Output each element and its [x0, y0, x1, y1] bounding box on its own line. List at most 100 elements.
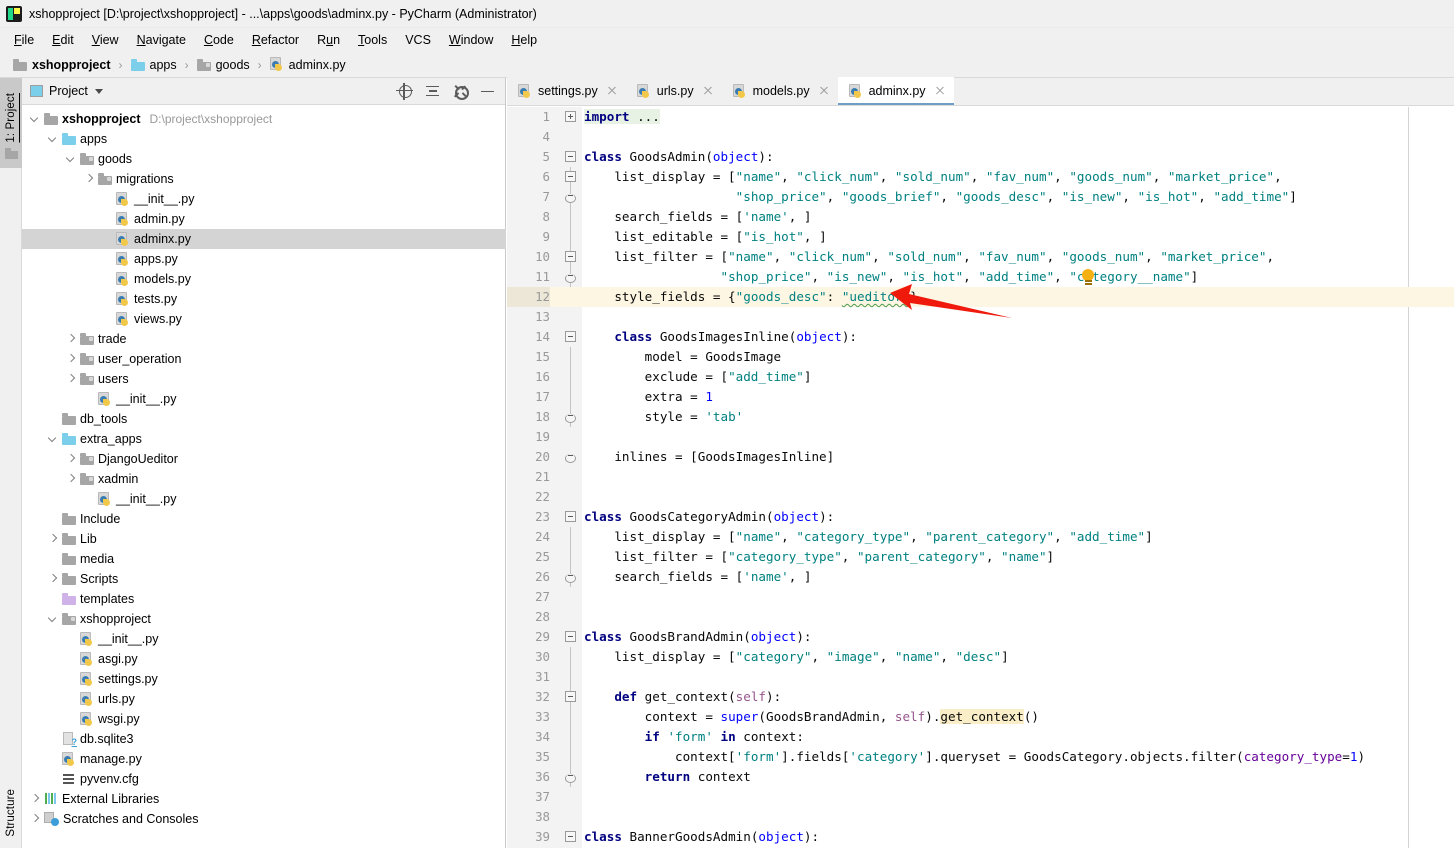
menu-item-help[interactable]: Help [502, 31, 546, 49]
code-line[interactable]: 31 [507, 667, 1454, 687]
code-line[interactable]: 13 [507, 307, 1454, 327]
fold-collapse-icon[interactable] [565, 151, 576, 162]
tree-item-scratches-and-consoles[interactable]: Scratches and Consoles [22, 809, 506, 829]
fold-collapse-icon[interactable] [565, 194, 576, 203]
code-line[interactable]: 4 [507, 127, 1454, 147]
code-line[interactable]: 7 "shop_price", "goods_brief", "goods_de… [507, 187, 1454, 207]
code-line[interactable]: 16 exclude = ["add_time"] [507, 367, 1454, 387]
tree-item-extra_apps[interactable]: extra_apps [22, 429, 506, 449]
tree-item-asgi-py[interactable]: asgi.py [22, 649, 506, 669]
tool-window-tab-structure[interactable]: Structure [0, 778, 22, 848]
collapse-all-icon[interactable] [425, 84, 440, 99]
tree-item-adminx-py[interactable]: adminx.py [22, 229, 506, 249]
code-line[interactable]: 38 [507, 807, 1454, 827]
tree-item-wsgi-py[interactable]: wsgi.py [22, 709, 506, 729]
chevron-down-icon[interactable] [46, 132, 60, 146]
editor-tab-adminx-py[interactable]: adminx.py [837, 77, 954, 105]
tree-item-trade[interactable]: trade [22, 329, 506, 349]
code-line[interactable]: 29 class GoodsBrandAdmin(object): [507, 627, 1454, 647]
intention-bulb-icon[interactable] [1080, 269, 1096, 285]
fold-collapse-icon[interactable] [565, 331, 576, 342]
breadcrumb-item-adminx-py[interactable]: adminx.py [267, 56, 349, 73]
close-icon[interactable] [702, 85, 714, 97]
editor-tab-settings-py[interactable]: settings.py [507, 77, 626, 105]
settings-gear-icon[interactable] [453, 84, 469, 100]
code-line[interactable]: 28 [507, 607, 1454, 627]
menu-item-edit[interactable]: Edit [43, 31, 83, 49]
chevron-down-icon[interactable] [46, 612, 60, 626]
code-line[interactable]: 34 if 'form' in context: [507, 727, 1454, 747]
code-line[interactable]: 22 [507, 487, 1454, 507]
tree-item-tests-py[interactable]: tests.py [22, 289, 506, 309]
menu-item-tools[interactable]: Tools [349, 31, 396, 49]
tree-item-views-py[interactable]: views.py [22, 309, 506, 329]
tree-item-__init__-py[interactable]: __init__.py [22, 389, 506, 409]
tree-item-goods[interactable]: goods [22, 149, 506, 169]
menu-item-refactor[interactable]: Refactor [243, 31, 308, 49]
chevron-right-icon[interactable] [64, 332, 78, 346]
tree-item-apps[interactable]: apps [22, 129, 506, 149]
tree-item-media[interactable]: media [22, 549, 506, 569]
fold-collapse-icon[interactable] [565, 251, 576, 262]
menu-item-view[interactable]: View [83, 31, 128, 49]
menu-item-navigate[interactable]: Navigate [128, 31, 195, 49]
chevron-right-icon[interactable] [64, 352, 78, 366]
code-line[interactable]: 19 [507, 427, 1454, 447]
chevron-down-icon[interactable] [46, 432, 60, 446]
code-line[interactable]: 33 context = super(GoodsBrandAdmin, self… [507, 707, 1454, 727]
fold-collapse-icon[interactable] [565, 831, 576, 842]
code-line[interactable]: 1 import ... [507, 107, 1454, 127]
chevron-down-icon[interactable] [28, 112, 42, 126]
code-line[interactable]: 17 extra = 1 [507, 387, 1454, 407]
tree-item-include[interactable]: Include [22, 509, 506, 529]
code-line[interactable]: 36 return context [507, 767, 1454, 787]
tree-item-urls-py[interactable]: urls.py [22, 689, 506, 709]
code-line[interactable]: 37 [507, 787, 1454, 807]
code-line[interactable]: 21 [507, 467, 1454, 487]
code-line[interactable]: 32 def get_context(self): [507, 687, 1454, 707]
fold-collapse-icon[interactable] [565, 414, 576, 423]
tree-item-manage-py[interactable]: manage.py [22, 749, 506, 769]
menu-item-vcs[interactable]: VCS [396, 31, 440, 49]
tree-item-users[interactable]: users [22, 369, 506, 389]
tree-item-xadmin[interactable]: xadmin [22, 469, 506, 489]
code-line[interactable]: 9 list_editable = ["is_hot", ] [507, 227, 1454, 247]
fold-expand-icon[interactable] [565, 111, 576, 122]
code-line[interactable]: 14 class GoodsImagesInline(object): [507, 327, 1454, 347]
tree-item-__init__-py[interactable]: __init__.py [22, 629, 506, 649]
tree-item-external-libraries[interactable]: External Libraries [22, 789, 506, 809]
fold-collapse-icon[interactable] [565, 774, 576, 783]
tree-item-migrations[interactable]: migrations [22, 169, 506, 189]
tree-item-admin-py[interactable]: admin.py [22, 209, 506, 229]
tree-item-user_operation[interactable]: user_operation [22, 349, 506, 369]
tree-item-lib[interactable]: Lib [22, 529, 506, 549]
tree-item-__init__-py[interactable]: __init__.py [22, 489, 506, 509]
close-icon[interactable] [934, 85, 946, 97]
fold-collapse-icon[interactable] [565, 574, 576, 583]
code-line[interactable]: 35 context['form'].fields['category'].qu… [507, 747, 1454, 767]
code-line[interactable]: 18 style = 'tab' [507, 407, 1454, 427]
tree-item-scripts[interactable]: Scripts [22, 569, 506, 589]
breadcrumb-item-goods[interactable]: goods [194, 57, 253, 73]
code-line[interactable]: 15 model = GoodsImage [507, 347, 1454, 367]
fold-collapse-icon[interactable] [565, 691, 576, 702]
chevron-right-icon[interactable] [64, 472, 78, 486]
chevron-down-icon[interactable] [64, 152, 78, 166]
menu-item-code[interactable]: Code [195, 31, 243, 49]
fold-collapse-icon[interactable] [565, 454, 576, 463]
tree-item-settings-py[interactable]: settings.py [22, 669, 506, 689]
tree-item-db-sqlite3[interactable]: ? db.sqlite3 [22, 729, 506, 749]
editor-tab-urls-py[interactable]: urls.py [625, 77, 722, 105]
hide-panel-icon[interactable] [480, 84, 495, 99]
code-line[interactable]: 24 list_display = ["name", "category_typ… [507, 527, 1454, 547]
fold-collapse-icon[interactable] [565, 631, 576, 642]
tree-item-templates[interactable]: templates [22, 589, 506, 609]
breadcrumb-item-apps[interactable]: apps [128, 57, 180, 73]
chevron-right-icon[interactable] [46, 532, 60, 546]
code-line[interactable]: 8 search_fields = ['name', ] [507, 207, 1454, 227]
code-line[interactable]: 10 list_filter = ["name", "click_num", "… [507, 247, 1454, 267]
code-line[interactable]: 30 list_display = ["category", "image", … [507, 647, 1454, 667]
fold-collapse-icon[interactable] [565, 274, 576, 283]
code-line[interactable]: 11 "shop_price", "is_new", "is_hot", "ad… [507, 267, 1454, 287]
code-line[interactable]: 39 class BannerGoodsAdmin(object): [507, 827, 1454, 847]
